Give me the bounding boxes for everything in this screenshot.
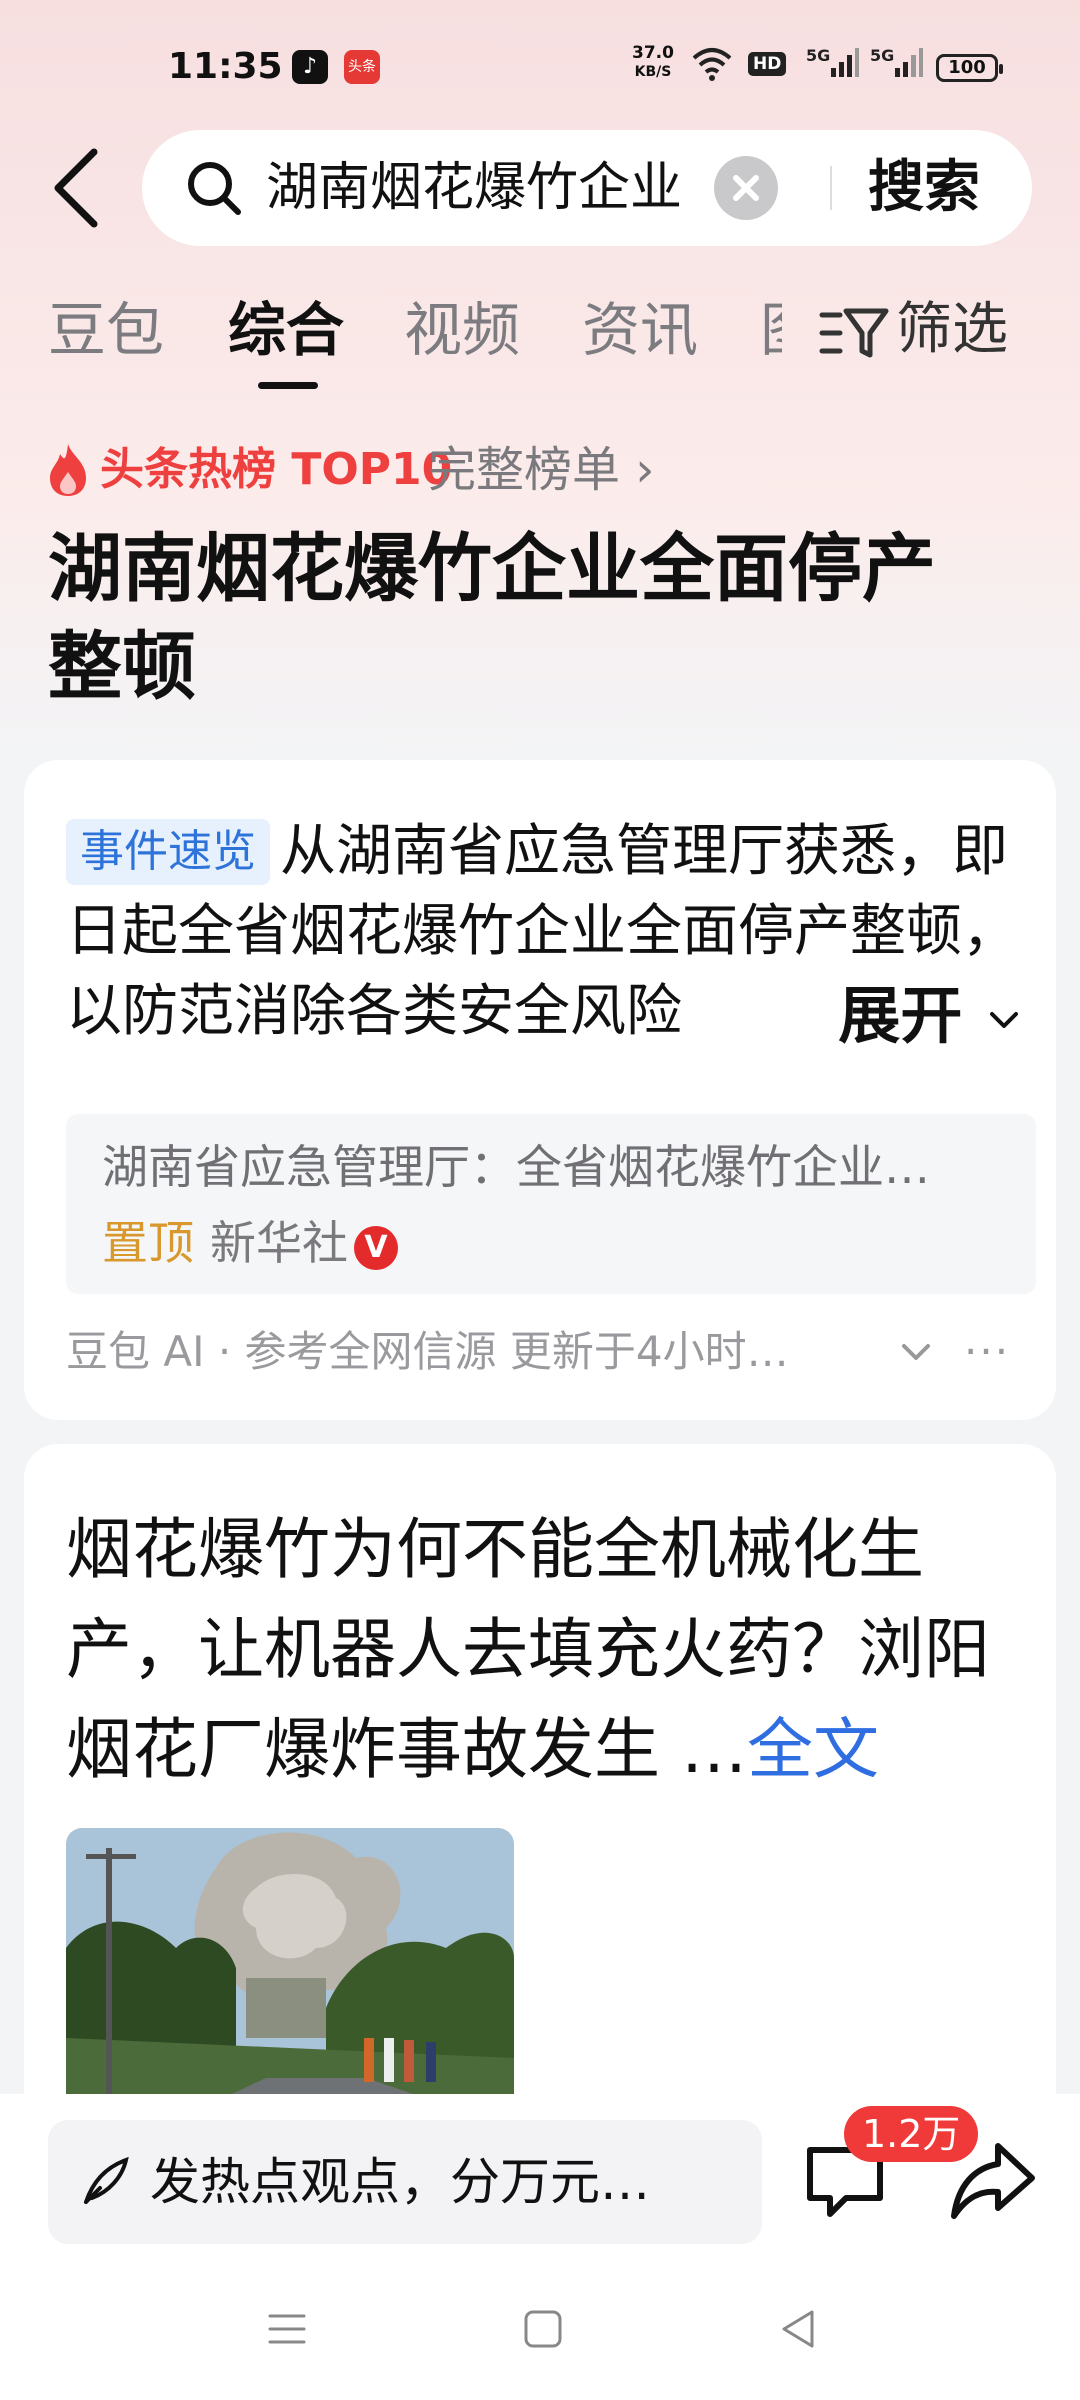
bottom-bar: 发热点观点，分万元… 1.2万: [0, 2094, 1080, 2400]
filter-label: 筛选: [896, 297, 1008, 362]
status-time: 11:35: [168, 46, 283, 87]
verified-icon: V: [354, 1226, 398, 1270]
signal-label-2: 5G: [870, 46, 895, 65]
toutiao-icon: 头条: [344, 50, 380, 84]
topic-title: 湖南烟花爆竹企业全面停产整顿: [48, 526, 936, 710]
filter-button[interactable]: 筛选: [818, 290, 1008, 370]
signal-5g-icon-2: 5G: [870, 46, 924, 84]
network-speed-value: 37.0: [632, 43, 674, 63]
chevron-down-icon: [990, 1011, 1018, 1028]
network-speed: 37.0 KB/S: [632, 44, 674, 81]
back-nav-icon[interactable]: [774, 2304, 824, 2354]
active-tab-indicator: [258, 382, 318, 389]
status-bar: 11:35 ♪ 头条 37.0 KB/S HD 5G 5G 100: [0, 40, 1080, 100]
hd-badge-icon: HD: [748, 52, 787, 76]
comment-placeholder: 发热点观点，分万元…: [150, 2153, 650, 2211]
publisher-name: 新华社: [210, 1216, 348, 1270]
back-button[interactable]: [48, 148, 108, 228]
chevron-left-icon: [54, 148, 98, 228]
chevron-down-icon[interactable]: [896, 1320, 936, 1384]
clear-search-button[interactable]: [714, 156, 778, 220]
signal-label-1: 5G: [806, 46, 831, 65]
menu-icon[interactable]: [262, 2304, 312, 2354]
tab-images[interactable]: 图: [760, 290, 782, 370]
comment-input[interactable]: 发热点观点，分万元…: [48, 2120, 762, 2244]
expand-button[interactable]: 展开: [778, 976, 1024, 1056]
event-summary-card[interactable]: 事件速览 从湖南省应急管理厅获悉，即日起全省烟花爆竹企业全面停产整顿，以防范消除各…: [24, 760, 1056, 1420]
divider: [830, 166, 832, 210]
tab-video[interactable]: 视频: [404, 290, 520, 370]
more-options-button[interactable]: ···: [964, 1320, 1010, 1384]
share-icon: [951, 2143, 1035, 2219]
tab-doubao[interactable]: 豆包: [48, 290, 164, 370]
tab-all[interactable]: 综合: [228, 290, 344, 370]
battery-icon: 100: [936, 54, 1003, 82]
hot-list-label[interactable]: 头条热榜 TOP10: [100, 438, 452, 502]
search-submit-button[interactable]: 搜索: [868, 154, 980, 222]
share-button[interactable]: [948, 2136, 1038, 2226]
wifi-icon: [690, 46, 734, 88]
news-headline[interactable]: 烟花爆竹为何不能全机械化生产，让机器人去填充火药？浏阳烟花厂爆炸事故发生 …全文: [66, 1500, 1036, 1800]
tab-news[interactable]: 资讯: [582, 290, 698, 370]
ai-source-info: 豆包 AI · 参考全网信源 更新于4小时…: [66, 1327, 789, 1376]
search-tabs: 豆包 综合 视频 资讯 图 筛选: [0, 290, 1080, 400]
network-speed-unit: KB/S: [634, 64, 672, 80]
event-tag: 事件速览: [66, 819, 270, 885]
tiktok-icon: ♪: [292, 50, 328, 84]
source-title: 湖南省应急管理厅：全省烟花爆竹企业…: [102, 1140, 930, 1194]
expand-label: 展开: [838, 979, 963, 1052]
signal-5g-icon: 5G: [806, 46, 860, 84]
flame-icon: [50, 444, 86, 496]
home-icon[interactable]: [518, 2304, 568, 2354]
news-card[interactable]: 烟花爆竹为何不能全机械化生产，让机器人去填充火药？浏阳烟花厂爆炸事故发生 …全文: [24, 1444, 1056, 2144]
search-bar: 湖南烟花爆竹企业 搜索: [142, 130, 1032, 246]
filter-icon: [819, 308, 889, 358]
source-meta: 置顶 新华社 V: [102, 1212, 398, 1274]
pinned-label: 置顶: [102, 1216, 194, 1270]
pen-icon: [84, 2156, 129, 2204]
card-footer: 豆包 AI · 参考全网信源 更新于4小时… ···: [66, 1320, 1026, 1384]
full-list-link[interactable]: 完整榜单 ›: [428, 438, 654, 502]
read-full-link[interactable]: 全文: [747, 1711, 879, 1788]
search-icon: [188, 162, 241, 215]
close-icon: [733, 175, 759, 201]
pinned-source[interactable]: 湖南省应急管理厅：全省烟花爆竹企业… 置顶 新华社 V: [66, 1114, 1036, 1294]
